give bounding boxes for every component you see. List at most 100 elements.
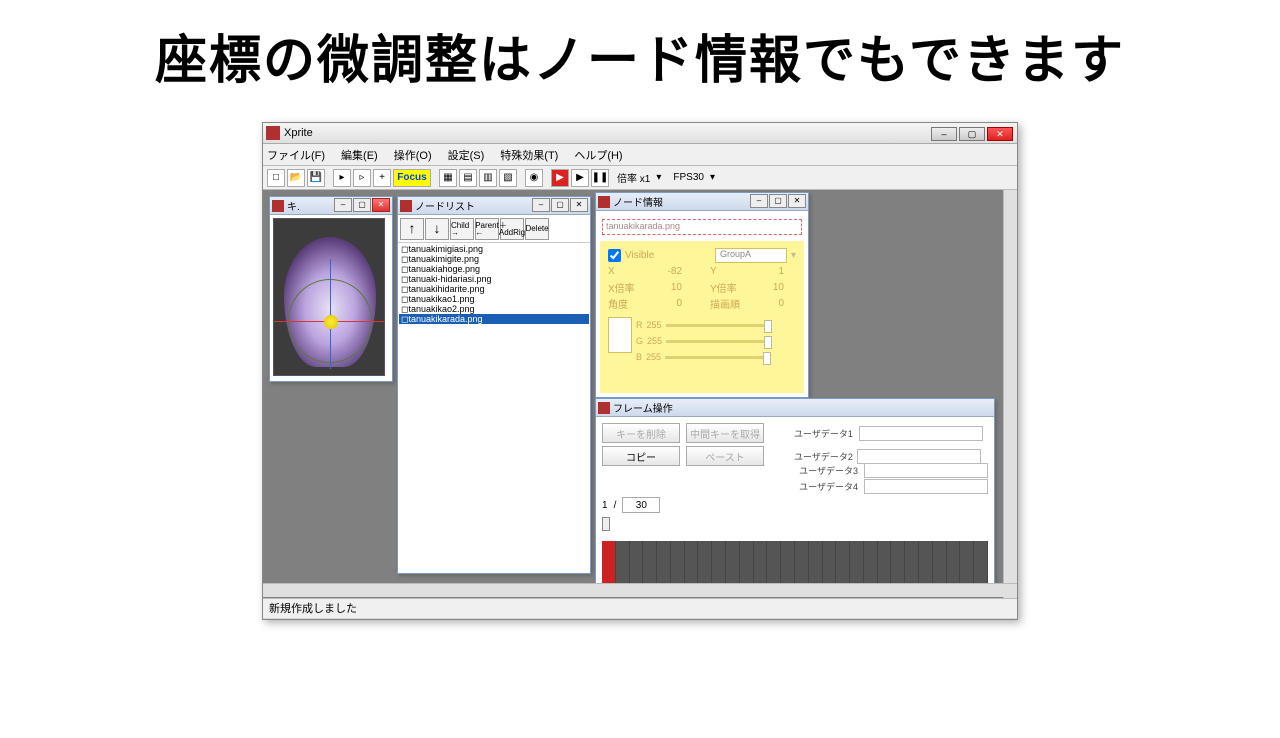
- timeline-cell[interactable]: [630, 541, 644, 589]
- menu-edit[interactable]: 編集(E): [341, 147, 378, 163]
- menu-ops[interactable]: 操作(O): [394, 147, 432, 163]
- timeline-cell[interactable]: [836, 541, 850, 589]
- move-down-button[interactable]: ↓: [425, 218, 449, 240]
- scrub-thumb[interactable]: [602, 517, 610, 531]
- timeline-cell[interactable]: [616, 541, 630, 589]
- paste-button[interactable]: ペースト: [686, 446, 764, 466]
- horizontal-scrollbar[interactable]: [263, 583, 1017, 597]
- timeline-cell[interactable]: [850, 541, 864, 589]
- xscale-value[interactable]: 10: [654, 282, 682, 293]
- group-select[interactable]: GroupA: [715, 248, 787, 263]
- timeline-cell[interactable]: [781, 541, 795, 589]
- preview-close-button[interactable]: ✕: [372, 198, 390, 212]
- timeline-cell[interactable]: [960, 541, 974, 589]
- nodelist-close-button[interactable]: ✕: [570, 198, 588, 212]
- timeline-cell[interactable]: [809, 541, 823, 589]
- timeline-cell[interactable]: [657, 541, 671, 589]
- preview-canvas[interactable]: [273, 218, 385, 376]
- ud4-field[interactable]: [864, 479, 988, 494]
- timeline-cell[interactable]: [740, 541, 754, 589]
- copy-button[interactable]: コピー: [602, 446, 680, 466]
- child-button[interactable]: Child →: [450, 218, 474, 240]
- timeline-cell[interactable]: [974, 541, 988, 589]
- add-button[interactable]: +: [373, 169, 391, 187]
- grid4-button[interactable]: ▧: [499, 169, 517, 187]
- timeline-cell[interactable]: [864, 541, 878, 589]
- frame-titlebar[interactable]: フレーム操作: [596, 399, 994, 417]
- export-button[interactable]: ▹: [353, 169, 371, 187]
- timeline-cell[interactable]: [685, 541, 699, 589]
- close-button[interactable]: ✕: [987, 127, 1013, 141]
- total-frames-input[interactable]: [622, 497, 660, 513]
- timeline-cell[interactable]: [726, 541, 740, 589]
- timeline-cell[interactable]: [698, 541, 712, 589]
- ud2-field[interactable]: [857, 449, 981, 464]
- node-name-field[interactable]: tanuakikarada.png: [602, 219, 802, 235]
- order-value[interactable]: 0: [756, 298, 784, 309]
- eye-button[interactable]: ◉: [525, 169, 543, 187]
- nodeinfo-min-button[interactable]: –: [750, 194, 768, 208]
- nodelist-min-button[interactable]: –: [532, 198, 550, 212]
- timeline-cell[interactable]: [947, 541, 961, 589]
- maximize-button[interactable]: ▢: [959, 127, 985, 141]
- timeline-cell[interactable]: [878, 541, 892, 589]
- list-item[interactable]: ◻tanuakikarada.png: [399, 314, 589, 324]
- g-slider[interactable]: [666, 340, 770, 343]
- timeline-cell[interactable]: [823, 541, 837, 589]
- timeline-cell[interactable]: [919, 541, 933, 589]
- parent-button[interactable]: Parent ←: [475, 218, 499, 240]
- grid2-button[interactable]: ▤: [459, 169, 477, 187]
- timeline-cell[interactable]: [754, 541, 768, 589]
- timeline-cell[interactable]: [795, 541, 809, 589]
- gizmo-origin[interactable]: [324, 315, 338, 329]
- titlebar[interactable]: Xprite: [263, 123, 1017, 144]
- color-swatch[interactable]: [608, 317, 632, 353]
- angle-value[interactable]: 0: [654, 298, 682, 309]
- minimize-button[interactable]: –: [931, 127, 957, 141]
- list-item[interactable]: ◻tanuakimigite.png: [399, 254, 589, 264]
- menu-settings[interactable]: 設定(S): [448, 147, 485, 163]
- vertical-scrollbar[interactable]: [1003, 190, 1017, 598]
- list-item[interactable]: ◻tanuakikao1.png: [399, 294, 589, 304]
- list-item[interactable]: ◻tanuakimigiasi.png: [399, 244, 589, 254]
- save-button[interactable]: 💾: [307, 169, 325, 187]
- list-item[interactable]: ◻tanuakiahoge.png: [399, 264, 589, 274]
- grid1-button[interactable]: ▦: [439, 169, 457, 187]
- open-button[interactable]: 📂: [287, 169, 305, 187]
- pause-button[interactable]: ❚❚: [591, 169, 609, 187]
- ud3-field[interactable]: [864, 463, 988, 478]
- delkey-button[interactable]: キーを削除: [602, 423, 680, 443]
- x-value[interactable]: -82: [654, 266, 682, 277]
- list-item[interactable]: ◻tanuakikao2.png: [399, 304, 589, 314]
- nodelist-titlebar[interactable]: ノードリスト – ▢ ✕: [398, 197, 590, 215]
- visible-checkbox[interactable]: [608, 249, 621, 262]
- play-button[interactable]: ▶: [571, 169, 589, 187]
- addrig-button[interactable]: ＋ AddRig: [500, 218, 524, 240]
- import-button[interactable]: ▸: [333, 169, 351, 187]
- scrub-track[interactable]: [602, 519, 988, 529]
- grid3-button[interactable]: ▥: [479, 169, 497, 187]
- move-up-button[interactable]: ↑: [400, 218, 424, 240]
- timeline[interactable]: [602, 541, 988, 589]
- timeline-cell[interactable]: [891, 541, 905, 589]
- node-listbox[interactable]: ◻tanuakimigiasi.png◻tanuakimigite.png◻ta…: [398, 243, 590, 561]
- ud1-field[interactable]: [859, 426, 983, 441]
- y-value[interactable]: 1: [756, 266, 784, 277]
- preview-max-button[interactable]: ▢: [353, 198, 371, 212]
- timeline-cell[interactable]: [671, 541, 685, 589]
- nodelist-max-button[interactable]: ▢: [551, 198, 569, 212]
- nodeinfo-titlebar[interactable]: ノード情報 – ▢ ✕: [596, 193, 808, 211]
- list-item[interactable]: ◻tanuakihidarite.png: [399, 284, 589, 294]
- menu-fx[interactable]: 特殊効果(T): [500, 147, 558, 163]
- menu-file[interactable]: ファイル(F): [267, 147, 325, 163]
- timeline-cell[interactable]: [712, 541, 726, 589]
- timeline-cell[interactable]: [933, 541, 947, 589]
- timeline-cell[interactable]: [767, 541, 781, 589]
- record-button[interactable]: ▶: [551, 169, 569, 187]
- preview-titlebar[interactable]: キ. – ▢ ✕: [270, 197, 392, 215]
- delete-button[interactable]: Delete: [525, 218, 549, 240]
- b-slider[interactable]: [665, 356, 769, 359]
- list-item[interactable]: ◻tanuaki-hidariasi.png: [399, 274, 589, 284]
- nodeinfo-max-button[interactable]: ▢: [769, 194, 787, 208]
- yscale-value[interactable]: 10: [756, 282, 784, 293]
